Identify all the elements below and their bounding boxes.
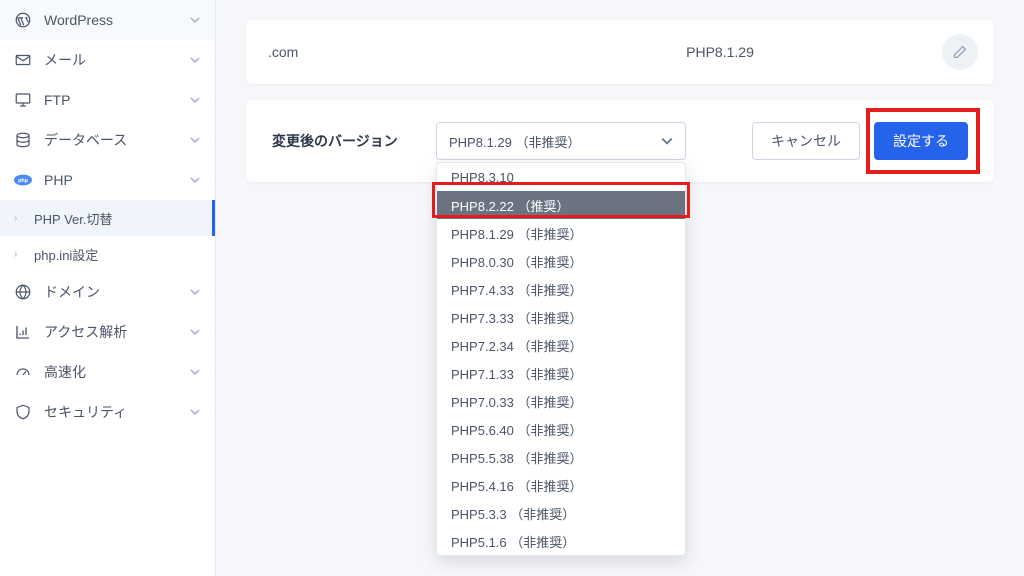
monitor-icon bbox=[14, 91, 32, 109]
chevron-down-icon bbox=[189, 326, 201, 338]
selected-value: PHP8.1.29 （非推奨） bbox=[449, 132, 581, 151]
chevron-right-icon: › bbox=[14, 249, 26, 260]
cancel-button[interactable]: キャンセル bbox=[752, 122, 860, 160]
version-select: PHP8.1.29 （非推奨） PHP8.3.10PHP8.2.22 （推奨）P… bbox=[436, 122, 686, 160]
sidebar-sub-php-ini[interactable]: › php.ini設定 bbox=[0, 236, 215, 272]
sidebar-item-mail[interactable]: メール bbox=[0, 40, 215, 80]
sidebar-item-database[interactable]: データベース bbox=[0, 120, 215, 160]
chevron-down-icon bbox=[189, 286, 201, 298]
dropdown-option[interactable]: PHP8.1.29 （非推奨） bbox=[437, 219, 685, 247]
version-form-card: 変更後のバージョン PHP8.1.29 （非推奨） PHP8.3.10PHP8.… bbox=[246, 100, 994, 182]
chevron-down-icon bbox=[189, 366, 201, 378]
sidebar-item-php[interactable]: php PHP bbox=[0, 160, 215, 200]
mail-icon bbox=[14, 51, 32, 69]
cancel-label: キャンセル bbox=[771, 131, 841, 151]
dropdown-option[interactable]: PHP8.3.10 bbox=[437, 163, 685, 191]
dropdown-option[interactable]: PHP7.1.33 （非推奨） bbox=[437, 359, 685, 387]
globe-icon bbox=[14, 283, 32, 301]
dropdown-option[interactable]: PHP7.0.33 （非推奨） bbox=[437, 387, 685, 415]
sidebar-item-security[interactable]: セキュリティ bbox=[0, 392, 215, 432]
chevron-down-icon bbox=[189, 54, 201, 66]
chevron-right-icon: › bbox=[14, 213, 26, 224]
dropdown-option[interactable]: PHP5.4.16 （非推奨） bbox=[437, 471, 685, 499]
sidebar-label: データベース bbox=[44, 130, 189, 150]
database-icon bbox=[14, 131, 32, 149]
sidebar-item-domain[interactable]: ドメイン bbox=[0, 272, 215, 312]
dropdown-option[interactable]: PHP5.6.40 （非推奨） bbox=[437, 415, 685, 443]
chevron-down-icon bbox=[661, 135, 673, 147]
submit-button[interactable]: 設定する bbox=[874, 122, 968, 160]
sidebar-item-ftp[interactable]: FTP bbox=[0, 80, 215, 120]
sidebar-label: ドメイン bbox=[44, 282, 189, 302]
form-label: 変更後のバージョン bbox=[272, 131, 412, 151]
dropdown-option[interactable]: PHP7.3.33 （非推奨） bbox=[437, 303, 685, 331]
form-actions: キャンセル 設定する bbox=[752, 122, 968, 160]
dropdown-option[interactable]: PHP7.4.33 （非推奨） bbox=[437, 275, 685, 303]
svg-text:php: php bbox=[18, 178, 29, 184]
current-domain: .com bbox=[268, 44, 468, 60]
current-php-version: PHP8.1.29 bbox=[468, 44, 972, 60]
pencil-icon bbox=[952, 44, 968, 60]
submit-label: 設定する bbox=[893, 131, 949, 151]
sidebar-item-wordpress[interactable]: WordPress bbox=[0, 0, 215, 40]
dropdown-option[interactable]: PHP8.0.30 （非推奨） bbox=[437, 247, 685, 275]
version-dropdown: PHP8.3.10PHP8.2.22 （推奨）PHP8.1.29 （非推奨）PH… bbox=[436, 162, 686, 556]
gauge-icon bbox=[14, 363, 32, 381]
sidebar-sub-label: PHP Ver.切替 bbox=[34, 209, 113, 228]
sidebar-label: WordPress bbox=[44, 12, 189, 28]
sidebar-sub-label: php.ini設定 bbox=[34, 245, 98, 264]
sidebar-label: FTP bbox=[44, 92, 189, 108]
chart-icon bbox=[14, 323, 32, 341]
main-content: .com PHP8.1.29 変更後のバージョン PHP8.1.29 （非推奨）… bbox=[216, 0, 1024, 576]
sidebar-label: PHP bbox=[44, 172, 189, 188]
sidebar-label: アクセス解析 bbox=[44, 322, 189, 342]
dropdown-option[interactable]: PHP8.2.22 （推奨） bbox=[437, 191, 685, 219]
sidebar-item-speed[interactable]: 高速化 bbox=[0, 352, 215, 392]
shield-icon bbox=[14, 403, 32, 421]
sidebar-label: メール bbox=[44, 50, 189, 70]
chevron-down-icon bbox=[189, 14, 201, 26]
wordpress-icon bbox=[14, 11, 32, 29]
dropdown-option[interactable]: PHP5.1.6 （非推奨） bbox=[437, 527, 685, 555]
php-icon: php bbox=[14, 171, 32, 189]
sidebar-item-analytics[interactable]: アクセス解析 bbox=[0, 312, 215, 352]
version-select-trigger[interactable]: PHP8.1.29 （非推奨） bbox=[436, 122, 686, 160]
dropdown-option[interactable]: PHP7.2.34 （非推奨） bbox=[437, 331, 685, 359]
chevron-down-icon bbox=[189, 406, 201, 418]
edit-button[interactable] bbox=[942, 34, 978, 70]
chevron-down-icon bbox=[189, 94, 201, 106]
sidebar: WordPress メール FTP データベース php PHP › PHP V… bbox=[0, 0, 216, 576]
sidebar-sub-php-ver[interactable]: › PHP Ver.切替 bbox=[0, 200, 215, 236]
dropdown-option[interactable]: PHP5.3.3 （非推奨） bbox=[437, 499, 685, 527]
domain-header-card: .com PHP8.1.29 bbox=[246, 20, 994, 84]
dropdown-option[interactable]: PHP5.5.38 （非推奨） bbox=[437, 443, 685, 471]
chevron-up-icon bbox=[189, 174, 201, 186]
sidebar-label: セキュリティ bbox=[44, 402, 189, 422]
chevron-down-icon bbox=[189, 134, 201, 146]
sidebar-label: 高速化 bbox=[44, 362, 189, 382]
